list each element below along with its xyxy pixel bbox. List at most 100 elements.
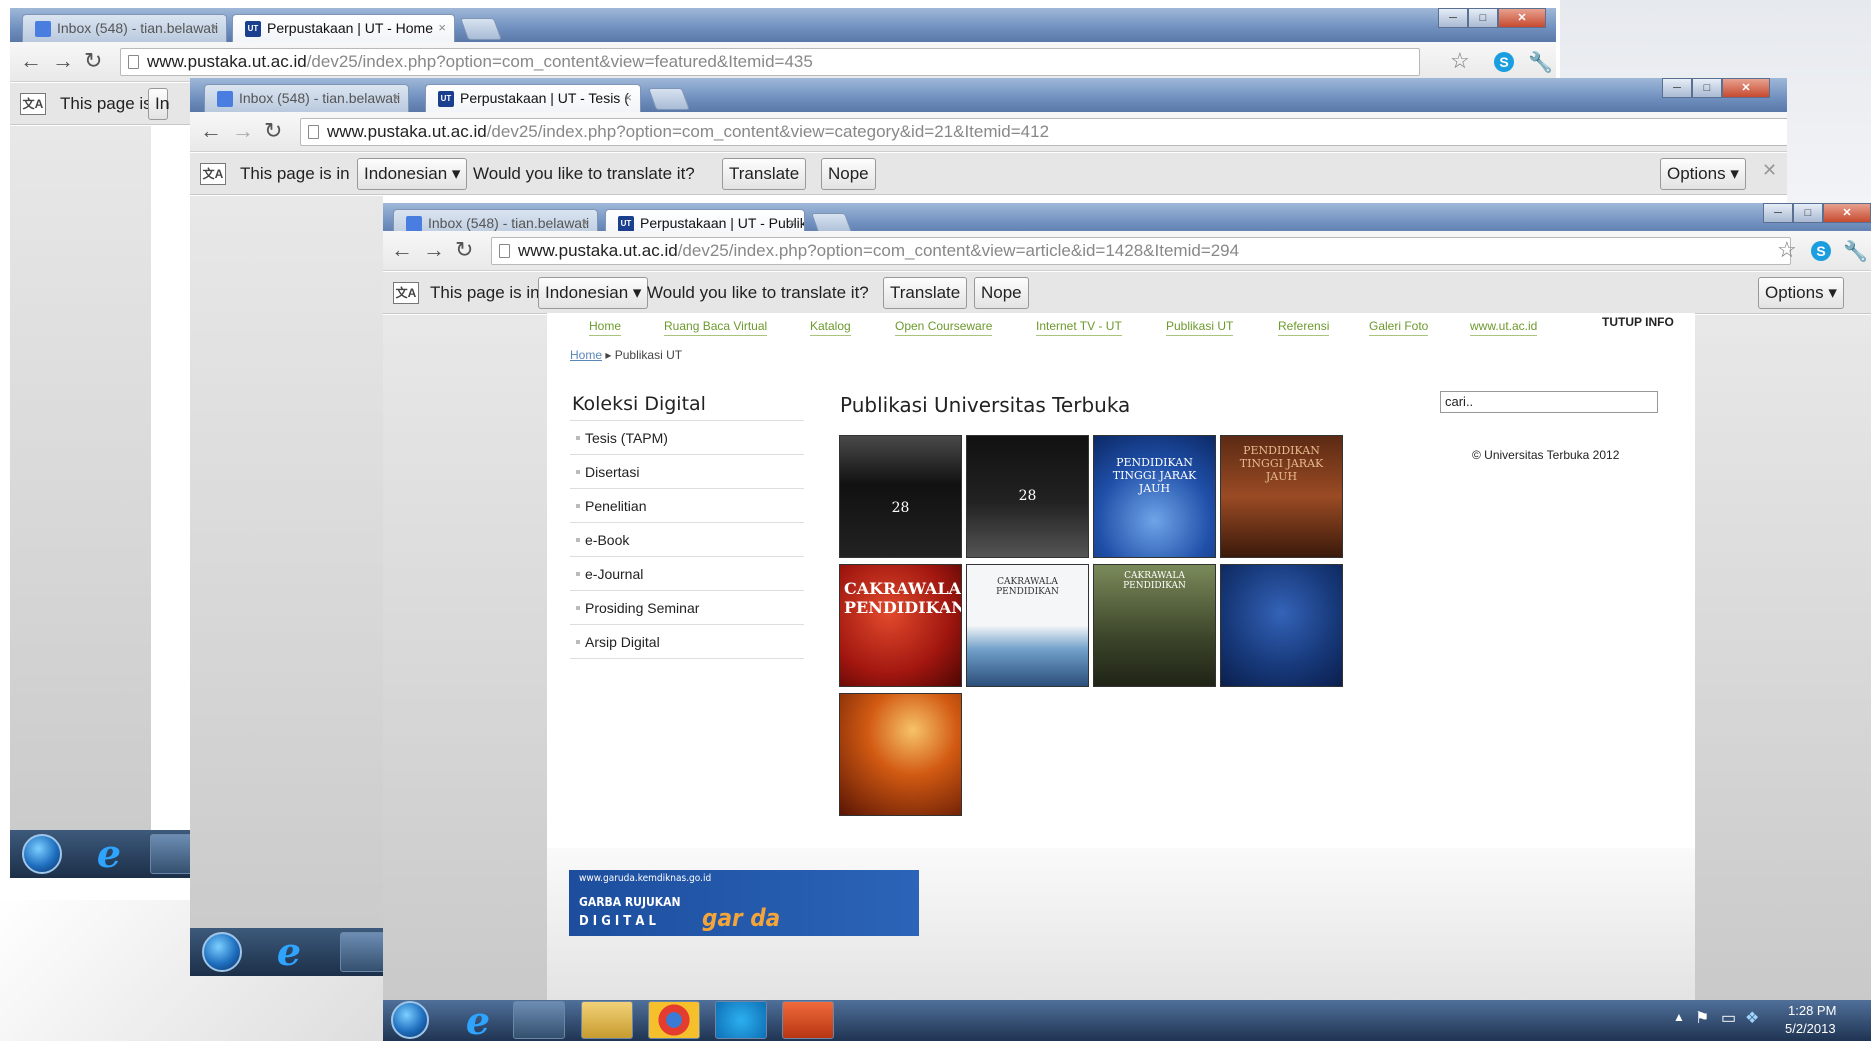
explorer-button[interactable] xyxy=(581,1001,633,1039)
sidebar-item-disertasi[interactable]: Disertasi xyxy=(570,455,804,489)
flag-icon[interactable]: ⚑ xyxy=(1695,1008,1709,1028)
options-button-window-2[interactable]: Options ▾ xyxy=(1660,158,1746,190)
close-tab-icon[interactable]: × xyxy=(392,85,400,111)
language-select[interactable]: Indonesian ▾ xyxy=(538,277,649,309)
taskbar: e ▲ ⚑ ▭ ❖ 1:28 PM 5/2/2013 xyxy=(383,1000,1871,1041)
language-select[interactable]: Indonesian ▾ xyxy=(357,158,468,190)
search-input[interactable]: cari.. xyxy=(1440,391,1658,413)
garuda-banner[interactable]: www.garuda.kemdiknas.go.id GARBA RUJUKAN… xyxy=(569,870,919,936)
menu-internet-tv[interactable]: Internet TV - UT xyxy=(1036,319,1122,336)
translate-button[interactable]: Translate xyxy=(883,277,968,309)
wrench-icon[interactable]: 🔧 xyxy=(1528,50,1553,75)
reload-icon[interactable]: ↻ xyxy=(264,118,282,144)
menu-open-courseware[interactable]: Open Courseware xyxy=(895,319,993,336)
office-button[interactable] xyxy=(782,1001,834,1039)
maximize-icon[interactable]: □ xyxy=(1468,8,1498,28)
dropbox-icon[interactable]: ❖ xyxy=(1745,1008,1759,1028)
close-tab-icon[interactable]: × xyxy=(438,15,446,41)
nope-button[interactable]: Nope xyxy=(974,277,1029,309)
bookmark-star-icon[interactable]: ☆ xyxy=(1777,237,1797,263)
garuda-logo: gar da xyxy=(702,904,781,932)
menu-publikasi[interactable]: Publikasi UT xyxy=(1166,319,1234,336)
minimize-icon[interactable]: ─ xyxy=(1763,203,1793,223)
start-button[interactable] xyxy=(22,834,62,874)
ie-icon[interactable]: e xyxy=(459,1002,497,1040)
back-icon[interactable]: ← xyxy=(200,118,222,144)
wrench-icon[interactable]: 🔧 xyxy=(1843,239,1868,264)
menu-home[interactable]: Home xyxy=(589,319,622,336)
close-translate-icon[interactable]: ✕ xyxy=(1762,160,1777,181)
sidebar-item-prosiding[interactable]: Prosiding Seminar xyxy=(570,591,804,625)
menu-katalog[interactable]: Katalog xyxy=(810,319,851,336)
tray-arrow-icon[interactable]: ▲ xyxy=(1673,1010,1685,1024)
cover-thumbnail[interactable]: PENDIDIKAN TINGGI JARAK JAUH xyxy=(1220,435,1343,558)
forward-icon[interactable]: → xyxy=(52,48,74,74)
cover-thumbnail[interactable]: CAKRAWALA PENDIDIKAN xyxy=(1093,564,1216,687)
options-button[interactable]: Options ▾ xyxy=(1758,277,1844,309)
sidebar-item-arsip[interactable]: Arsip Digital xyxy=(570,625,804,659)
translate-button[interactable]: Translate xyxy=(722,158,807,190)
start-button[interactable] xyxy=(202,932,242,972)
forward-icon[interactable]: → xyxy=(232,118,254,144)
breadcrumb-home[interactable]: Home xyxy=(570,348,602,362)
translate-bar: 文A This page is in Indonesian ▾ Would yo… xyxy=(190,153,1787,195)
menu-ruang-baca-virtual[interactable]: Ruang Baca Virtual xyxy=(664,319,768,336)
ie-icon[interactable]: e xyxy=(270,933,308,971)
media-player-button[interactable] xyxy=(513,1001,565,1039)
footer: www.garuda.kemdiknas.go.id GARBA RUJUKAN… xyxy=(547,848,1695,1001)
clock-time[interactable]: 1:28 PM xyxy=(1788,1003,1836,1018)
reload-icon[interactable]: ↻ xyxy=(455,237,473,263)
sidebar-item-ebook[interactable]: e-Book xyxy=(570,523,804,557)
cover-thumbnail[interactable]: 28 xyxy=(966,435,1089,558)
copyright-text: © Universitas Terbuka 2012 xyxy=(1472,448,1620,462)
tab-inbox[interactable]: Inbox (548) - tian.belawati × xyxy=(22,14,227,42)
tab-home[interactable]: UT Perpustakaan | UT - Home × xyxy=(232,14,455,42)
skype-icon[interactable]: S xyxy=(1811,241,1831,261)
network-icon[interactable]: ▭ xyxy=(1721,1008,1736,1028)
bookmark-star-icon[interactable]: ☆ xyxy=(1450,48,1470,74)
cover-thumbnail[interactable]: PENDIDIKAN TINGGI JARAK JAUH xyxy=(1093,435,1216,558)
tab-tesis[interactable]: UT Perpustakaan | UT - Tesis (× xyxy=(425,84,641,112)
maximize-icon[interactable]: □ xyxy=(1692,78,1722,98)
cover-thumbnail[interactable] xyxy=(1220,564,1343,687)
clock-date[interactable]: 5/2/2013 xyxy=(1785,1021,1836,1036)
minimize-icon[interactable]: ─ xyxy=(1662,78,1692,98)
menu-referensi[interactable]: Referensi xyxy=(1278,319,1330,336)
page-margin-right xyxy=(1695,315,1871,1003)
cover-thumbnail[interactable] xyxy=(839,693,962,816)
sidebar-item-penelitian[interactable]: Penelitian xyxy=(570,489,804,523)
chrome-button[interactable] xyxy=(648,1001,700,1039)
close-window-icon[interactable]: ✕ xyxy=(1823,203,1871,223)
minimize-icon[interactable]: ─ xyxy=(1438,8,1468,28)
page-content-gray xyxy=(10,126,151,878)
cover-thumbnail[interactable]: CAKRAWALA PENDIDIKAN xyxy=(966,564,1089,687)
start-button[interactable] xyxy=(391,1001,429,1039)
reload-icon[interactable]: ↻ xyxy=(84,48,102,74)
sidebar-item-ejournal[interactable]: e-Journal xyxy=(570,557,804,591)
back-icon[interactable]: ← xyxy=(20,48,42,74)
cover-thumbnail[interactable]: 28 xyxy=(839,435,962,558)
address-bar[interactable]: www.pustaka.ut.ac.id/dev25/index.php?opt… xyxy=(120,48,1420,76)
back-icon[interactable]: ← xyxy=(391,237,413,263)
forward-icon[interactable]: → xyxy=(423,237,445,263)
tab-inbox[interactable]: Inbox (548) - tian.belawati × xyxy=(204,84,409,112)
close-window-icon[interactable]: ✕ xyxy=(1498,8,1546,28)
close-tab-icon[interactable]: × xyxy=(624,85,632,111)
menu-galeri-foto[interactable]: Galeri Foto xyxy=(1369,319,1429,336)
close-tab-icon[interactable]: × xyxy=(210,15,218,41)
sidebar-item-tesis[interactable]: Tesis (TAPM) xyxy=(570,421,804,455)
nope-button[interactable]: Nope xyxy=(821,158,876,190)
address-bar[interactable]: www.pustaka.ut.ac.id/dev25/index.php?opt… xyxy=(300,118,1787,146)
address-bar[interactable]: www.pustaka.ut.ac.id/dev25/index.php?opt… xyxy=(491,237,1791,265)
language-select[interactable]: In xyxy=(148,88,169,120)
skype-button[interactable] xyxy=(715,1001,767,1039)
maximize-icon[interactable]: □ xyxy=(1793,203,1823,223)
page-icon xyxy=(128,55,139,69)
translate-icon: 文A xyxy=(393,282,419,304)
tutup-info-link[interactable]: TUTUP INFO xyxy=(1602,315,1674,329)
ie-icon[interactable]: e xyxy=(90,835,128,873)
cover-thumbnail[interactable]: CAKRAWALA PENDIDIKAN xyxy=(839,564,962,687)
menu-ut-link[interactable]: www.ut.ac.id xyxy=(1470,319,1538,336)
close-window-icon[interactable]: ✕ xyxy=(1722,78,1770,98)
skype-icon[interactable]: S xyxy=(1494,52,1514,72)
